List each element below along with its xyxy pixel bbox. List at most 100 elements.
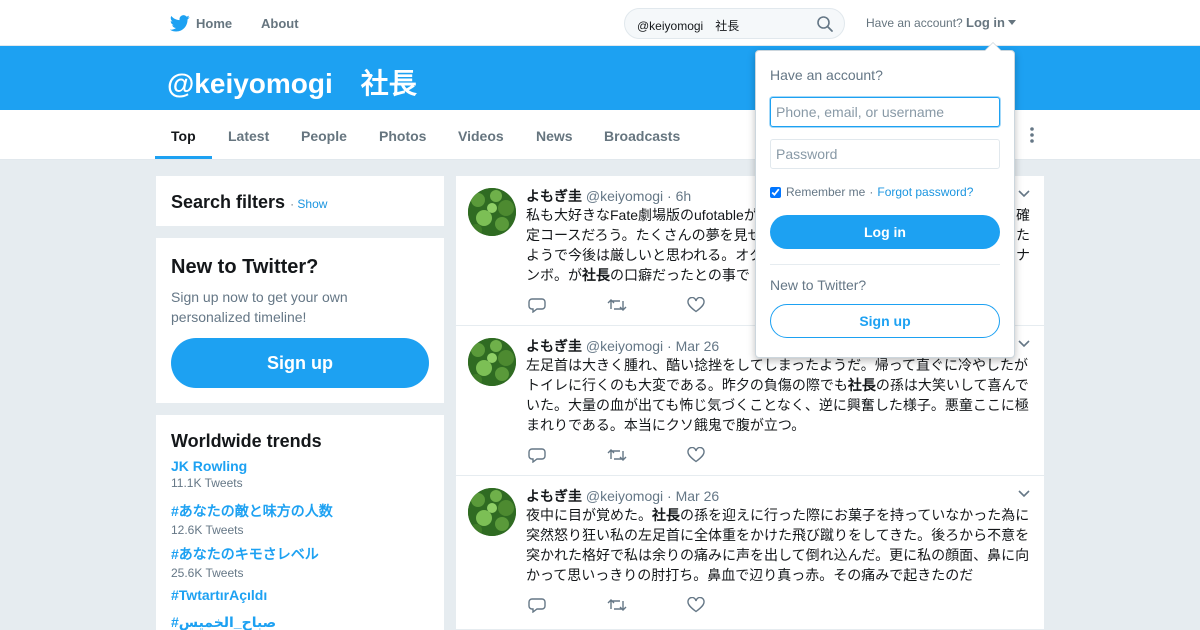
tweet-author-handle[interactable]: @keiyomogi: [582, 338, 663, 354]
text-fragment: かって思いっきりの肘打ち。鼻血で辺り真っ赤。その痛みで起きたのだ: [526, 567, 974, 583]
trend-item[interactable]: #あなたの敵と味方の人数 12.6K Tweets: [171, 501, 333, 537]
heart-icon[interactable]: [687, 297, 705, 313]
search-filters-card: Search filters · Show: [156, 176, 444, 226]
text-fragment: いた。大量の血が出ても怖じ気づくことなく、逆に興奮した様子。悪童ここに極: [526, 397, 1029, 413]
tweet-author-handle[interactable]: @keiyomogi: [582, 488, 663, 504]
trend-count: 11.1K Tweets: [171, 476, 243, 490]
tab-latest[interactable]: Latest: [228, 110, 269, 160]
avatar[interactable]: [468, 188, 516, 236]
text-fragment: 突かれた格好で私は余りの痛みに声を出して倒れ込んだ。更に私の顔面、鼻に向: [526, 547, 1030, 563]
text-fragment: 突然怒り狂い私の左足首に全体重をかけた飛び蹴りをしてきた。後ろから不意を: [526, 527, 1030, 543]
trend-name: #あなたのキモさレベル: [171, 546, 319, 562]
tweet-author-name[interactable]: よもぎ圭: [526, 488, 582, 504]
reply-icon[interactable]: [528, 447, 546, 463]
search-icon[interactable]: [816, 15, 834, 33]
tweet-text: 左足首は大きく腫れ、酷い捻挫をしてしまったようだ。帰って直ぐに冷やしたが トイレに…: [526, 355, 1032, 435]
tweet-timestamp[interactable]: Mar 26: [676, 488, 720, 504]
about-link[interactable]: About: [261, 0, 299, 46]
tweet-text-line: 突かれた格好で私は余りの痛みに声を出して倒れ込んだ。更に私の顔面、鼻に向: [526, 545, 1032, 565]
highlighted-keyword: 社長: [847, 377, 876, 393]
remember-me-label[interactable]: Remember me: [786, 185, 865, 199]
search-tabs: Top Latest People Photos Videos News Bro…: [0, 110, 1200, 160]
tab-videos[interactable]: Videos: [458, 110, 504, 160]
dropdown-signup-button[interactable]: Sign up: [770, 304, 1000, 338]
active-tab-indicator: [155, 156, 212, 159]
search-filters-heading: Search filters · Show: [171, 192, 327, 213]
text-fragment: 私も大好きなFate劇場版のufotableが: [526, 207, 758, 223]
tweet-author-name[interactable]: よもぎ圭: [526, 338, 582, 354]
trend-name: #あなたの敵と味方の人数: [171, 503, 333, 519]
tweet-timestamp[interactable]: 6h: [676, 188, 692, 204]
time-separator: ·: [663, 488, 676, 504]
tweet-text-line: トイレに行くのも大変である。昨夕の負傷の際でも社長の孫は大笑いして喜んで: [526, 375, 1032, 395]
chevron-down-icon[interactable]: [1018, 490, 1030, 498]
tweet-author-handle[interactable]: @keiyomogi: [582, 188, 663, 204]
chevron-down-icon[interactable]: [1018, 340, 1030, 348]
highlighted-keyword: 社長: [582, 267, 610, 283]
time-separator: ·: [663, 338, 676, 354]
text-fragment: トイレに行くのも大変である。昨夕の負傷の際でも: [526, 377, 848, 393]
signup-promo-card: New to Twitter? Sign up now to get your …: [156, 238, 444, 403]
login-button[interactable]: Log in: [770, 215, 1000, 249]
trend-item[interactable]: JK Rowling 11.1K Tweets: [171, 458, 247, 490]
tab-people[interactable]: People: [301, 110, 347, 160]
tab-photos[interactable]: Photos: [379, 110, 426, 160]
text-fragment: た: [1016, 227, 1030, 243]
login-dropdown-toggle[interactable]: Log in: [966, 15, 1016, 30]
trend-name: #TwtartırAçıldı: [171, 587, 268, 603]
search-header-band: @keiyomogi 社長: [0, 46, 1200, 110]
avatar[interactable]: [468, 488, 516, 536]
trend-name: JK Rowling: [171, 458, 248, 474]
tab-top[interactable]: Top: [171, 110, 196, 160]
tweet-text-line: 夜中に目が覚めた。社長の孫を迎えに行った際にお菓子を持っていなかった為に: [526, 505, 1032, 525]
retweet-icon[interactable]: [607, 297, 627, 313]
remember-me-checkbox[interactable]: [770, 186, 781, 198]
retweet-icon[interactable]: [607, 597, 627, 613]
trend-item[interactable]: #あなたのキモさレベル 25.6K Tweets: [171, 544, 319, 580]
username-field[interactable]: [770, 97, 1000, 127]
heart-icon[interactable]: [687, 597, 705, 613]
time-separator: ·: [663, 188, 676, 204]
twitter-bird-icon: [170, 14, 190, 31]
search-filters-title: Search filters: [171, 192, 286, 212]
text-fragment: まれりである。本当にクソ餓鬼で腹が立つ。: [526, 417, 806, 433]
text-fragment: ナ: [1016, 247, 1030, 263]
avatar[interactable]: [468, 338, 516, 386]
chevron-down-icon[interactable]: [1018, 190, 1030, 198]
show-filters-link[interactable]: Show: [297, 197, 327, 211]
login-label: Log in: [966, 15, 1005, 30]
trend-item[interactable]: #صباح_الخميس: [171, 614, 276, 630]
tweet-header: よもぎ圭 @keiyomogi · 6h: [526, 186, 691, 206]
dropdown-heading: Have an account?: [770, 67, 883, 83]
top-navigation-bar: Home About @keiyomogi 社長 Have an account…: [0, 0, 1200, 46]
reply-icon[interactable]: [528, 297, 546, 313]
remember-row: Remember me · Forgot password?: [770, 185, 973, 199]
text-fragment: 定コースだろう。たくさんの夢を見せ: [526, 227, 762, 243]
tweet-author-name[interactable]: よもぎ圭: [526, 188, 582, 204]
separator-dot: ·: [869, 185, 874, 199]
new-to-twitter-text: New to Twitter?: [770, 277, 867, 293]
tweet-text-line: 左足首は大きく腫れ、酷い捻挫をしてしまったようだ。帰って直ぐに冷やしたが: [526, 355, 1032, 375]
signup-promo-text: Sign up now to get your own personalized…: [171, 289, 348, 325]
search-input[interactable]: @keiyomogi 社長: [624, 8, 845, 39]
retweet-icon[interactable]: [607, 447, 627, 463]
tweet-header: よもぎ圭 @keiyomogi · Mar 26: [526, 336, 719, 356]
forgot-password-link[interactable]: Forgot password?: [877, 185, 973, 199]
more-options-icon[interactable]: [1028, 126, 1036, 144]
reply-icon[interactable]: [528, 597, 546, 613]
trend-name: #صباح_الخميس: [171, 614, 277, 630]
search-query-text: @keiyomogi 社長: [637, 19, 740, 33]
tweet-timestamp[interactable]: Mar 26: [676, 338, 720, 354]
heart-icon[interactable]: [687, 447, 705, 463]
password-field[interactable]: [770, 139, 1000, 169]
home-link[interactable]: Home: [170, 0, 232, 46]
text-fragment: ンボ。が: [526, 267, 582, 283]
trend-item[interactable]: #TwtartırAçıldı: [171, 587, 267, 603]
signup-button[interactable]: Sign up: [171, 338, 429, 388]
tweet[interactable]: よもぎ圭 @keiyomogi · Mar 26 夜中に目が覚めた。社長の孫を迎え…: [456, 476, 1044, 630]
have-account-text: Have an account?: [866, 16, 963, 30]
tweet-text: 夜中に目が覚めた。社長の孫を迎えに行った際にお菓子を持っていなかった為に突然怒り…: [526, 505, 1032, 585]
tab-broadcasts[interactable]: Broadcasts: [604, 110, 680, 160]
tab-news[interactable]: News: [536, 110, 573, 160]
text-fragment: の孫は大笑いして喜んで: [875, 377, 1029, 393]
